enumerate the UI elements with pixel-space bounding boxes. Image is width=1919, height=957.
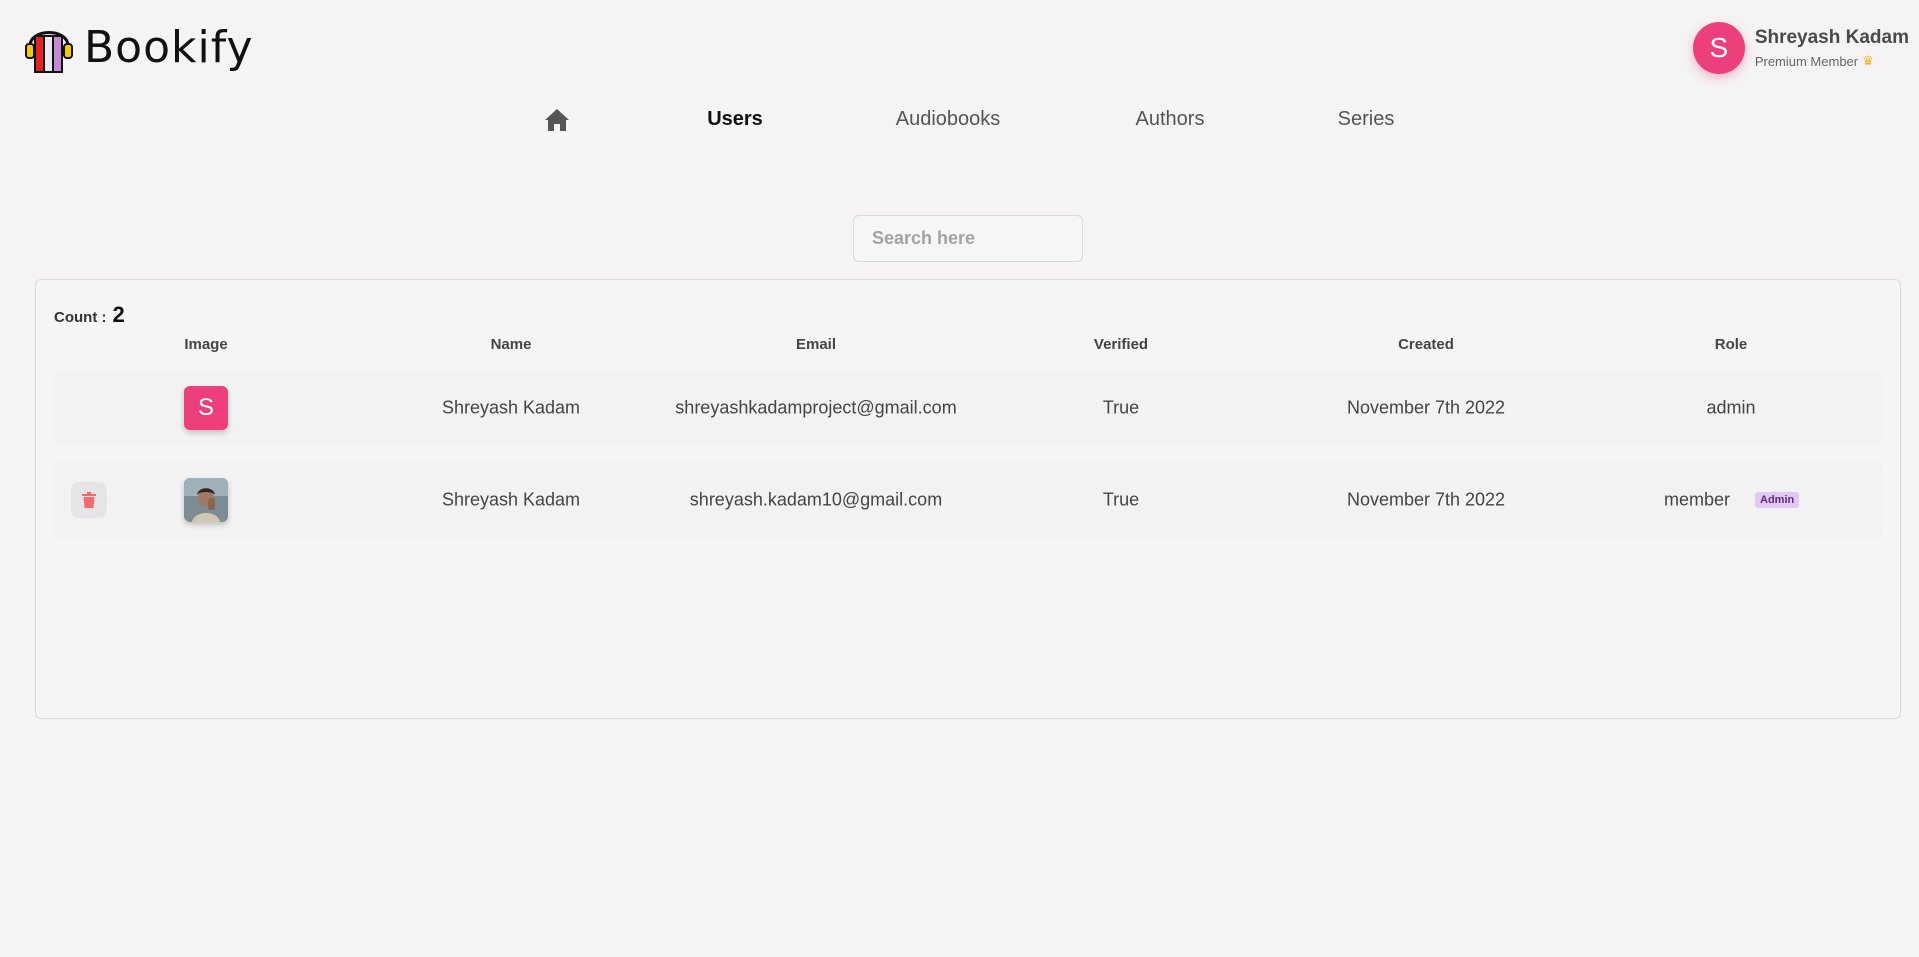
nav-audiobooks[interactable]: Audiobooks [896,108,1001,131]
nav-users[interactable]: Users [707,108,763,131]
user-name: Shreyash Kadam [441,397,581,418]
avatar-photo [184,478,228,522]
user-email: shreyash.kadam10@gmail.com [689,489,943,510]
avatar-initial: S [184,386,228,430]
profile-info: Shreyash Kadam Premium Member ♛ [1755,27,1909,69]
nav-authors[interactable]: Authors [1136,108,1205,131]
table-row: S Shreyash Kadam shreyashkadamproject@gm… [54,370,1882,446]
header-email: Email [795,336,837,353]
membership-status: Premium Member ♛ [1755,53,1909,69]
user-email: shreyashkadamproject@gmail.com [675,397,957,418]
delete-user-button[interactable] [71,482,107,518]
make-admin-button[interactable]: Admin [1755,492,1800,508]
count-value: 2 [112,302,125,327]
header-name: Name [490,336,532,353]
table-row: Shreyash Kadam shreyash.kadam10@gmail.co… [54,462,1882,538]
brand-name: Bookify [84,21,254,73]
main-nav: Users Audiobooks Authors Series [0,108,1919,138]
user-role: member [1663,489,1731,510]
trash-icon [82,492,96,508]
nav-series[interactable]: Series [1338,108,1395,131]
user-verified: True [1102,489,1140,510]
users-table-panel: Count : 2 Image Name Email Verified Crea… [35,279,1901,719]
user-role: admin [1706,397,1756,418]
user-avatar [184,478,228,522]
membership-label: Premium Member [1754,53,1859,69]
crown-icon: ♛ [1862,53,1874,68]
header-verified: Verified [1093,336,1149,353]
user-verified: True [1102,397,1140,418]
header-image: Image [184,336,228,353]
header-created: Created [1398,336,1454,353]
home-icon[interactable] [544,108,570,137]
search-input[interactable] [853,215,1083,262]
brand-logo[interactable]: Bookify [24,20,254,74]
user-name: Shreyash Kadam [441,489,581,510]
headphone-books-icon [25,31,73,73]
profile-avatar[interactable]: S [1692,22,1745,74]
user-profile[interactable]: S Shreyash Kadam Premium Member ♛ [1692,22,1909,74]
user-avatar: S [184,386,228,430]
user-created: November 7th 2022 [1346,489,1506,510]
count-label: Count : [54,309,107,326]
user-count: Count : 2 [54,302,125,328]
header-role: Role [1714,336,1748,353]
profile-name: Shreyash Kadam [1754,27,1909,48]
user-created: November 7th 2022 [1346,397,1506,418]
